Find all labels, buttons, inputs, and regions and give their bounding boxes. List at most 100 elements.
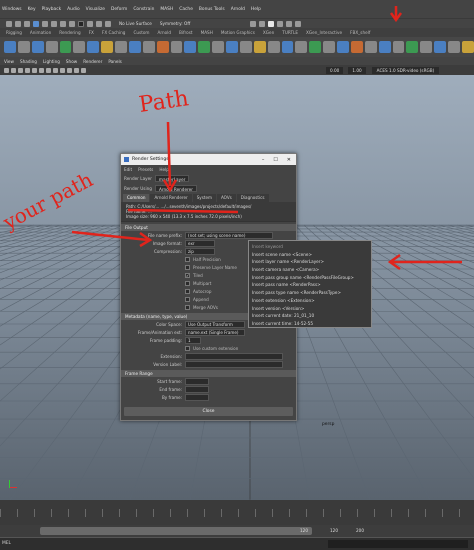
start-frame-field[interactable]: [185, 377, 209, 385]
end-frame-field[interactable]: [185, 385, 209, 393]
compression-dropdown[interactable]: zip: [185, 247, 215, 255]
snap-view-icon[interactable]: [60, 20, 66, 27]
shelf-tool-icon[interactable]: [337, 41, 349, 53]
shelf-tab[interactable]: TURTLE: [282, 30, 298, 35]
tab-diagnostics[interactable]: Diagnostics: [236, 194, 269, 202]
dialog-menu-edit[interactable]: Edit: [124, 167, 132, 172]
dialog-titlebar[interactable]: Render Settings – ☐ ✕: [121, 154, 296, 165]
shelf-tab[interactable]: MASH: [201, 30, 213, 35]
version-label-field[interactable]: [185, 360, 283, 368]
shelf-tool-icon[interactable]: [128, 41, 141, 53]
tab-common[interactable]: Common: [123, 194, 150, 202]
menu-windows[interactable]: Windows: [2, 7, 22, 12]
frame-padding-field[interactable]: 1: [185, 336, 201, 344]
menu-playback[interactable]: Playback: [42, 7, 62, 12]
range-slider[interactable]: [40, 527, 312, 535]
multipart-checkbox[interactable]: [185, 280, 190, 286]
shelf-tool-icon[interactable]: [184, 41, 197, 53]
maximize-icon[interactable]: ☐: [273, 157, 277, 163]
render-icon[interactable]: [259, 20, 266, 27]
tab-system[interactable]: System: [192, 194, 216, 202]
lights-icon[interactable]: [60, 67, 65, 73]
shelf-tab[interactable]: Animation: [30, 30, 51, 35]
render-frame-icon[interactable]: [96, 20, 102, 27]
shelf-tool-icon[interactable]: [295, 41, 308, 53]
popup-item-date[interactable]: Insert current date: 21_01_10: [249, 312, 371, 320]
panel-menu-show[interactable]: Show: [66, 59, 77, 64]
shelf-tool-icon[interactable]: [73, 41, 86, 53]
shelf-tool-icon[interactable]: [45, 41, 58, 53]
symmetry-label[interactable]: Symmetry: Off: [160, 21, 190, 26]
panel-menu-renderer[interactable]: Renderer: [83, 59, 102, 64]
camera-attributes-icon[interactable]: [11, 67, 16, 73]
shelf-tool-icon[interactable]: [31, 41, 44, 53]
shelf-tab[interactable]: Rigging: [6, 30, 22, 35]
image-format-dropdown[interactable]: exr: [185, 239, 215, 247]
popup-item-pass-type[interactable]: Insert pass type name <RenderPassType>: [249, 289, 371, 297]
custom-extension-checkbox[interactable]: [185, 345, 190, 351]
shelf-tab[interactable]: XGen: [263, 30, 274, 35]
shelf-tool-icon[interactable]: [101, 41, 113, 53]
shelf-tab[interactable]: Motion Graphics: [221, 30, 255, 35]
grid-icon[interactable]: [32, 67, 37, 73]
file-output-section-header[interactable]: File Output: [121, 224, 296, 231]
file-name-prefix-field[interactable]: (not set; using scene name): [185, 231, 273, 239]
far-clip-field[interactable]: 1.00: [348, 66, 366, 74]
max-end-field[interactable]: 200: [356, 527, 364, 535]
snap-grid-icon[interactable]: [33, 20, 39, 27]
shelf-tool-icon[interactable]: [170, 41, 183, 53]
sidebar-toggle-icon[interactable]: [250, 20, 257, 27]
xray-icon[interactable]: [81, 67, 86, 73]
shelf-tool-icon[interactable]: [253, 41, 266, 53]
popup-item-time[interactable]: Insert current time: 14-52-55: [249, 320, 371, 328]
select-hierarchy-icon[interactable]: [6, 20, 12, 27]
menu-audio[interactable]: Audio: [67, 7, 79, 12]
shelf-tool-icon[interactable]: [115, 41, 127, 53]
hypershade-icon[interactable]: [277, 20, 284, 27]
shelf-tab[interactable]: Arnold: [157, 30, 171, 35]
shelf-tab[interactable]: FX Caching: [102, 30, 126, 35]
mel-label[interactable]: MEL: [2, 541, 11, 546]
close-icon[interactable]: ✕: [287, 157, 291, 163]
popup-item-scene[interactable]: Insert scene name <Scene>: [249, 251, 371, 259]
isolate-icon[interactable]: [74, 67, 79, 73]
history-icon[interactable]: [78, 20, 84, 27]
frame-ext-dropdown[interactable]: name.ext (Single Frame): [185, 328, 245, 336]
shelf-tool-icon[interactable]: [406, 41, 419, 53]
menu-key[interactable]: Key: [28, 7, 36, 12]
menu-cache[interactable]: Cache: [179, 7, 193, 12]
popup-item-pass[interactable]: Insert pass name <RenderPass>: [249, 281, 371, 289]
shelf-tool-icon[interactable]: [267, 41, 280, 53]
shelf-tool-icon[interactable]: [87, 41, 100, 53]
smooth-shade-icon[interactable]: [46, 67, 51, 73]
shadows-icon[interactable]: [67, 67, 72, 73]
bookmark-icon[interactable]: [18, 67, 23, 73]
by-frame-field[interactable]: [185, 393, 209, 401]
panel-menu-view[interactable]: View: [4, 59, 14, 64]
dialog-menu-help[interactable]: Help: [159, 167, 169, 172]
live-surface-label[interactable]: No Live Surface: [119, 21, 152, 26]
shelf-tab[interactable]: Bifrost: [179, 30, 193, 35]
menu-mash[interactable]: MASH: [160, 7, 173, 12]
tiled-checkbox[interactable]: ✓: [185, 272, 190, 278]
shelf-tool-icon[interactable]: [461, 41, 474, 53]
preserve-layer-name-checkbox[interactable]: [185, 264, 190, 270]
autocrop-checkbox[interactable]: [185, 288, 190, 294]
popup-item-pass-group[interactable]: Insert pass group name <RenderPassFileGr…: [249, 274, 371, 282]
shelf-tool-icon[interactable]: [17, 41, 30, 53]
image-plane-icon[interactable]: [25, 67, 30, 73]
extension-field[interactable]: [185, 352, 283, 360]
shelf-tool-icon[interactable]: [4, 41, 16, 53]
textured-icon[interactable]: [53, 67, 58, 73]
camera-icon[interactable]: [4, 67, 9, 73]
anim-end-field[interactable]: 120: [330, 527, 338, 535]
shelf-tool-icon[interactable]: [392, 41, 405, 53]
snap-surface-icon[interactable]: [69, 20, 75, 27]
panel-menu-shading[interactable]: Shading: [20, 59, 37, 64]
tab-arnold-renderer[interactable]: Arnold Renderer: [150, 194, 192, 202]
popup-item-layer[interactable]: Insert layer name <RenderLayer>: [249, 258, 371, 266]
tab-aovs[interactable]: AOVs: [216, 194, 236, 202]
arnold-render-view-icon[interactable]: [286, 20, 293, 27]
shelf-tool-icon[interactable]: [323, 41, 335, 53]
close-button[interactable]: Close: [124, 407, 293, 416]
